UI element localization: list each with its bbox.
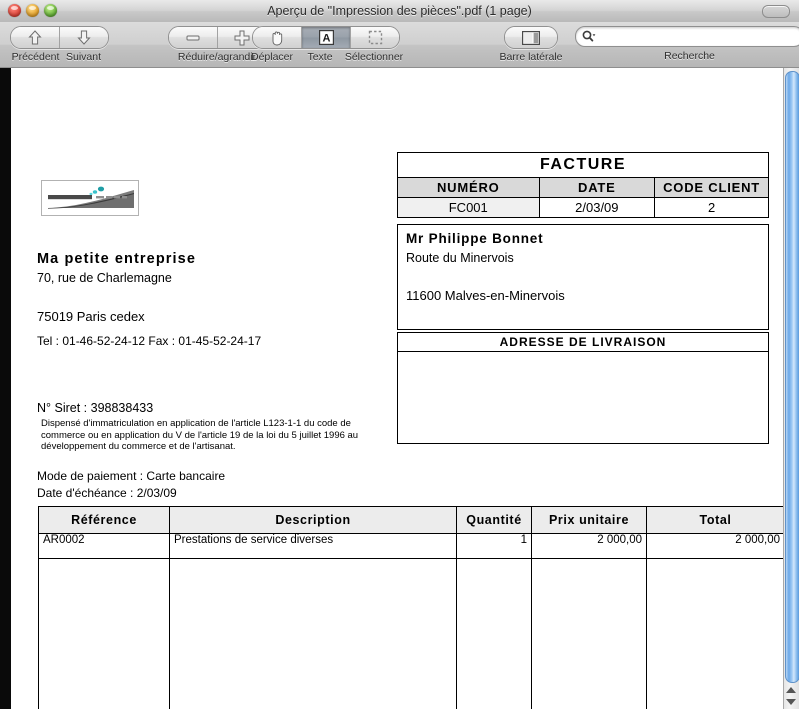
column-header-quantity: Quantité	[456, 506, 532, 534]
search-group: Recherche	[575, 26, 799, 62]
payment-mode: Mode de paiement : Carte bancaire	[37, 469, 226, 483]
table-header-row: Référence Description Quantité Prix unit…	[38, 506, 784, 534]
minimize-button[interactable]	[26, 4, 39, 17]
invoice-date-header: DATE	[538, 177, 656, 198]
minus-icon	[186, 35, 199, 40]
move-tool-button[interactable]	[253, 27, 302, 48]
sidebar-icon	[522, 30, 540, 45]
delivery-address-box: ADRESSE DE LIVRAISON	[397, 332, 769, 444]
company-phone: Tel : 01-46-52-24-12 Fax : 01-45-52-24-1…	[37, 334, 262, 348]
window-title: Aperçu de "Impression des pièces".pdf (1…	[267, 4, 532, 18]
select-tool-button[interactable]	[351, 27, 399, 48]
next-page-button[interactable]	[60, 27, 108, 48]
search-field[interactable]	[575, 26, 799, 47]
invoice-items-table: Référence Description Quantité Prix unit…	[38, 506, 784, 709]
preview-window: Aperçu de "Impression des pièces".pdf (1…	[0, 0, 799, 709]
text-tool-icon: A	[318, 30, 334, 45]
column-header-unit-price: Prix unitaire	[531, 506, 647, 534]
close-button[interactable]	[8, 4, 21, 17]
table-row: AR0002 Prestations de service diverses 1…	[38, 533, 784, 559]
next-page-label: Suivant	[65, 51, 102, 63]
search-icon[interactable]	[582, 30, 596, 43]
select-tool-label: Sélectionner	[344, 51, 404, 63]
company-siret: N° Siret : 398838433	[37, 401, 154, 415]
sidebar-button[interactable]	[505, 27, 557, 48]
invoice-header-table: FACTURE NUMÉRO DATE CODE CLIENT FC001 2/…	[397, 152, 769, 218]
client-city: 11600 Malves-en-Minervois	[406, 288, 565, 303]
scrollbar-thumb[interactable]	[785, 71, 799, 683]
client-name: Mr Philippe Bonnet	[406, 231, 544, 246]
toolbar-toggle-button[interactable]	[762, 5, 790, 18]
pdf-page: Ma petite entreprise 70, rue de Charlema…	[11, 68, 784, 709]
text-tool-button[interactable]: A	[302, 27, 351, 48]
marquee-select-icon	[368, 30, 382, 45]
company-city: 75019 Paris cedex	[37, 309, 145, 324]
cell-quantity: 1	[456, 533, 532, 559]
move-tool-label: Déplacer	[250, 51, 294, 63]
window-controls	[8, 4, 57, 17]
cell-total: 2 000,00	[646, 533, 784, 559]
toolbar-group-sidebar: Barre latérale	[487, 26, 575, 63]
search-input[interactable]	[599, 29, 797, 44]
previous-page-label: Précédent	[11, 51, 60, 63]
text-tool-label: Texte	[307, 51, 333, 63]
scroll-up-arrow-icon[interactable]	[786, 687, 796, 693]
document-viewport: Ma petite entreprise 70, rue de Charlema…	[0, 68, 799, 709]
search-label: Recherche	[664, 50, 715, 62]
delivery-address-title: ADRESSE DE LIVRAISON	[398, 333, 768, 352]
company-logo	[41, 180, 139, 216]
zoom-button[interactable]	[44, 4, 57, 17]
arrow-up-icon	[28, 30, 42, 45]
vertical-scrollbar[interactable]	[783, 68, 799, 709]
invoice-number-header: NUMÉRO	[397, 177, 540, 198]
scroll-down-arrow-icon[interactable]	[786, 699, 796, 705]
toolbar-group-navigation: Précédent Suivant	[10, 26, 109, 63]
cell-reference: AR0002	[38, 533, 170, 559]
invoice-client-code-header: CODE CLIENT	[654, 177, 769, 198]
logo-icon	[42, 181, 136, 213]
company-name: Ma petite entreprise	[37, 251, 196, 267]
invoice-client-code-value: 2	[654, 197, 769, 218]
column-header-description: Description	[169, 506, 457, 534]
hand-icon	[272, 30, 283, 45]
invoice-date-value: 2/03/09	[538, 197, 656, 218]
toolbar: Précédent Suivant Réduire/agrandir A Dép…	[0, 22, 799, 68]
title-bar: Aperçu de "Impression des pièces".pdf (1…	[0, 0, 799, 23]
company-street: 70, rue de Charlemagne	[37, 271, 172, 285]
client-address-box: Mr Philippe Bonnet Route du Minervois 11…	[397, 224, 769, 330]
previous-page-button[interactable]	[11, 27, 60, 48]
cell-description: Prestations de service diverses	[169, 533, 457, 559]
payment-due-date: Date d'échéance : 2/03/09	[37, 486, 177, 500]
client-street: Route du Minervois	[406, 251, 514, 265]
column-header-total: Total	[646, 506, 784, 534]
arrow-down-icon	[77, 30, 91, 45]
column-header-reference: Référence	[38, 506, 170, 534]
svg-text:A: A	[322, 33, 330, 45]
company-legal-notice: Dispensé d'immatriculation en applicatio…	[41, 418, 359, 453]
invoice-number-value: FC001	[397, 197, 540, 218]
toolbar-group-tools: A Déplacer Texte Sélectionner	[248, 26, 404, 63]
invoice-title: FACTURE	[397, 152, 769, 178]
cell-unit-price: 2 000,00	[531, 533, 647, 559]
zoom-out-button[interactable]	[168, 27, 218, 48]
sidebar-label: Barre latérale	[499, 51, 563, 63]
table-empty-row	[38, 558, 784, 709]
